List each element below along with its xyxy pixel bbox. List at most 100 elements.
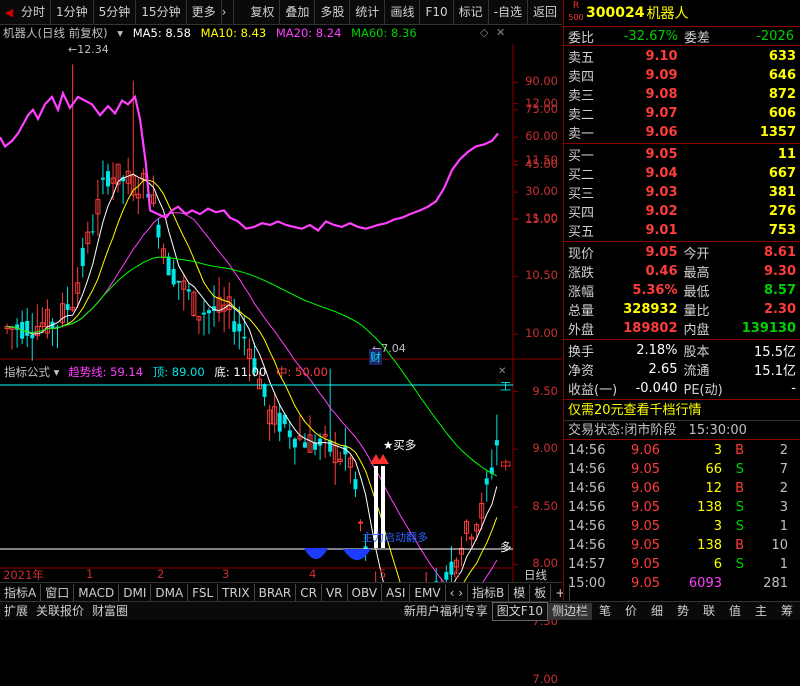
mark-button[interactable]: 标记: [454, 0, 489, 25]
stat-row: 外盘 189802 内盘 139130: [568, 321, 797, 338]
trade-row: 14:56 9.06 12 B 2: [568, 481, 788, 496]
sell-order-row: 卖一 9.06 1357: [568, 125, 796, 142]
fundamental-row: 换手 2.18% 股本 15.5亿: [568, 343, 796, 360]
finance-marker[interactable]: 财: [369, 349, 382, 365]
close-icon[interactable]: ✕: [496, 26, 505, 39]
diamond-icon[interactable]: ◇: [480, 26, 488, 39]
trade-status: 交易状态:闭市阶段 15:30:00: [564, 421, 800, 440]
stats-button[interactable]: 统计: [350, 0, 386, 25]
price-axis: 12.00 11.50 11.00 10.50 10.00 9.50 9.00 8.50 8.0…: [516, 44, 562, 686]
fundamental-row: 净资 2.65 流通 15.1亿: [568, 362, 796, 379]
indicator-tab[interactable]: 板: [530, 583, 552, 602]
f10-button[interactable]: F10: [420, 0, 454, 25]
indicator-tab[interactable]: VR: [322, 583, 348, 602]
sidebar-icon-4[interactable]: 联: [696, 603, 722, 620]
indicator-tab[interactable]: 指标B: [468, 583, 510, 602]
tab-5min[interactable]: 5分钟: [94, 0, 137, 25]
tab-scroll-arrows-icon[interactable]: ‹ ›: [446, 583, 468, 602]
wealth-circle-button[interactable]: 财富圈: [88, 603, 132, 620]
buy-signal-label: ★买多: [383, 438, 417, 452]
stock-code: 300024: [586, 5, 645, 21]
indicator-tab[interactable]: BRAR: [255, 583, 297, 602]
indicator-tab[interactable]: FSL: [188, 583, 219, 602]
sidebar-icon-0[interactable]: 笔: [592, 603, 618, 620]
trend-value: 59.14: [110, 365, 144, 379]
price-stats: 现价 9.05 今开 8.61 涨跌 0.46 最高 9.30 涨幅 5.36% 最低 8.57 总量 3…: [564, 242, 800, 340]
chart-svg: [0, 44, 562, 582]
stock-header: R 500 300024 机器人: [564, 0, 800, 27]
indicator-legend: 指标公式 ▾ 趋势线: 59.14 顶: 89.00 底: 11.00 中: 5…: [4, 364, 328, 380]
back-arrow-icon[interactable]: ◀: [2, 6, 16, 19]
tab-intraday[interactable]: 分时: [16, 0, 52, 25]
indicator-tab[interactable]: TRIX: [218, 583, 255, 602]
sidebar-icon-5[interactable]: 值: [722, 603, 748, 620]
indicator-tab[interactable]: DMA: [151, 583, 189, 602]
mid-marker: 中: [500, 458, 512, 472]
sell-order-row: 卖二 9.07 606: [568, 106, 796, 123]
stat-row: 涨幅 5.36% 最低 8.57: [568, 283, 797, 300]
tab-more[interactable]: 更多: [187, 0, 222, 25]
chevron-down-icon[interactable]: ▾: [54, 365, 60, 379]
indicator-tab[interactable]: DMI: [119, 583, 152, 602]
buy-orders: 买一 9.05 11 买二 9.04 667 买三 9.03 381 买四 9.02 276 买五 9.0…: [564, 144, 800, 242]
indicator-tick: 30.00: [525, 184, 558, 199]
indicator-tabs: 指标A 窗口 MACD DMI DMA FSL TRIX BRAR CR VR OBV ASI EMV ‹…: [0, 582, 571, 602]
period-label[interactable]: 日线: [524, 567, 547, 583]
indicator-tab[interactable]: CR: [296, 583, 322, 602]
indicator-tick: 60.00: [525, 129, 558, 144]
tab-15min[interactable]: 15分钟: [136, 0, 187, 25]
indicator-tab[interactable]: 窗口: [41, 583, 75, 602]
sell-order-row: 卖四 9.09 646: [568, 68, 796, 85]
sell-order-row: 卖五 9.10 633: [568, 49, 796, 66]
order-ratio-row: 委比 -32.67% 委差 -2026: [564, 27, 800, 46]
sell-order-row: 卖三 9.08 872: [568, 87, 796, 104]
price-tick: 7.00: [532, 671, 558, 686]
expand-button[interactable]: 扩展: [0, 603, 32, 620]
chevron-right-icon[interactable]: ›: [222, 0, 234, 25]
x-axis: 2021年 1 2 3 4 5 6 日线: [3, 567, 547, 583]
bottom-fill: [343, 549, 371, 560]
f10-graphic-button[interactable]: 图文F10: [491, 601, 548, 621]
indicator-tick: 15.00: [525, 211, 558, 226]
quote-panel: R 500 300024 机器人 委比 -32.67% 委差 -2026 卖五 9.…: [563, 0, 800, 601]
indicator-tab[interactable]: OBV: [348, 583, 383, 602]
trade-row: 14:56 9.06 3 B 2: [568, 443, 788, 458]
indicator-tab[interactable]: 指标A: [0, 583, 42, 602]
multi-stock-button[interactable]: 多股: [315, 0, 351, 25]
new-user-benefit-link[interactable]: 新用户福利专享: [400, 603, 492, 620]
indicator-tick: 75.00: [525, 101, 558, 116]
order-ratio: -32.67%: [623, 28, 678, 44]
indicator-name[interactable]: 指标公式: [4, 365, 50, 379]
return-button[interactable]: 返回: [528, 0, 562, 25]
buy-order-row: 买四 9.02 276: [568, 204, 796, 221]
related-quote-button[interactable]: 关联报价: [32, 603, 88, 620]
remove-watchlist-button[interactable]: -自选: [489, 0, 528, 25]
draw-line-button[interactable]: 画线: [385, 0, 421, 25]
main-chart-legend: 机器人(日线 前复权) ▾ MA5: 8.58 MA10: 8.43 MA20:…: [3, 25, 423, 41]
sidebar-icon-7[interactable]: 筹: [774, 603, 800, 620]
sidebar-icon-2[interactable]: 细: [644, 603, 670, 620]
stock-badge: R 500: [568, 1, 584, 22]
sidebar-icon-6[interactable]: 主: [748, 603, 774, 620]
trade-row: 14:56 9.05 66 S 7: [568, 462, 788, 477]
sidebar-button[interactable]: 侧边栏: [547, 602, 592, 620]
indicator-tab[interactable]: MACD: [74, 583, 120, 602]
bottom-marker: 多: [500, 540, 512, 554]
indicator-tab[interactable]: EMV: [410, 583, 446, 602]
sidebar-icon-3[interactable]: 势: [670, 603, 696, 620]
chart-title: 机器人(日线 前复权): [3, 26, 108, 40]
level2-promo-link[interactable]: 仅需20元查看千档行情: [564, 400, 800, 421]
tab-1min[interactable]: 1分钟: [51, 0, 94, 25]
indicator-tab[interactable]: ASI: [382, 583, 411, 602]
overlay-button[interactable]: 叠加: [280, 0, 316, 25]
sidebar-icon-1[interactable]: 价: [618, 603, 644, 620]
indicator-top-marker: 工: [500, 380, 511, 393]
close-icon[interactable]: ✕: [498, 366, 506, 377]
adjust-button[interactable]: 复权: [245, 0, 281, 25]
fundamental-row: 收益(一) -0.040 PE(动) -: [568, 381, 796, 398]
chevron-down-icon[interactable]: ▾: [117, 26, 123, 40]
price-tick: 10.50: [525, 268, 558, 283]
signal-text: 主力启动翻多: [362, 531, 428, 544]
indicator-tab[interactable]: 模: [509, 583, 531, 602]
chart-toolbar: ◀ 分时 1分钟 5分钟 15分钟 更多 › 复权 叠加 多股 统计 画线 F1…: [0, 0, 562, 25]
